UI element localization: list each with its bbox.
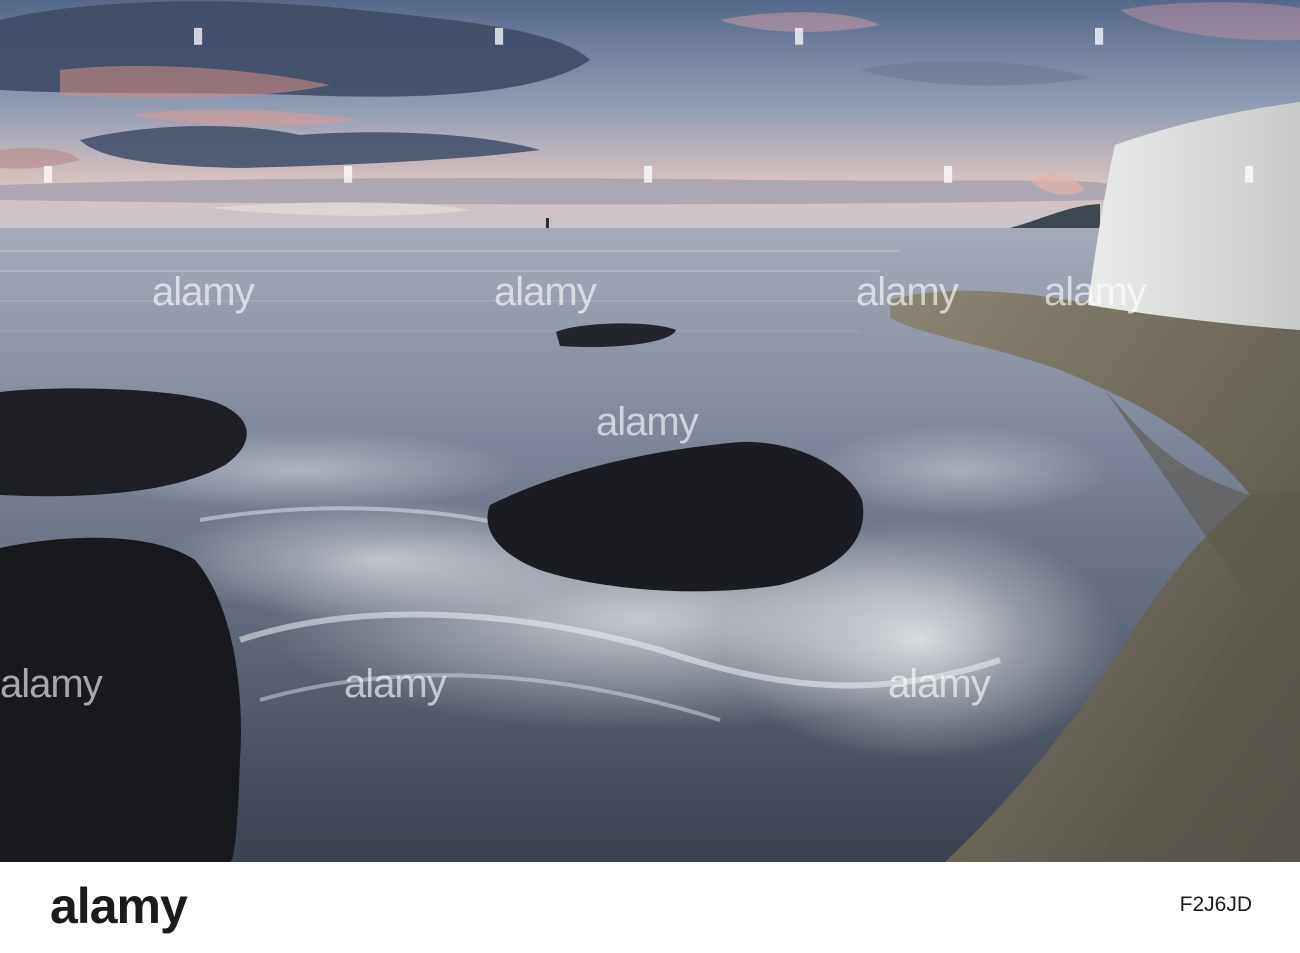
watermark-plus-icon: ▮	[1243, 160, 1256, 185]
image-id: F2J6JD	[1179, 893, 1252, 916]
watermark-plus-icon: ▮	[42, 160, 55, 185]
watermark-text: alamy	[888, 662, 991, 706]
watermark-plus-icon: ▮	[942, 160, 955, 185]
watermark-text: alamy	[0, 662, 103, 706]
watermark-plus-icon: ▮	[793, 22, 806, 47]
distant-beacon	[546, 218, 549, 228]
watermark-plus-icon: ▮	[1093, 22, 1106, 47]
watermark-text: alamy	[596, 400, 699, 444]
watermark-text: alamy	[856, 270, 959, 314]
watermark-text: alamy	[494, 270, 597, 314]
watermark-text: alamy	[344, 662, 447, 706]
watermark-plus-icon: ▮	[642, 160, 655, 185]
watermark-plus-icon: ▮	[493, 22, 506, 47]
watermark-text: alamy	[152, 270, 255, 314]
watermark-plus-icon: ▮	[192, 22, 205, 47]
watermark-plus-icon: ▮	[342, 160, 355, 185]
watermark-text: alamy	[1044, 270, 1147, 314]
alamy-logo: alamy	[50, 878, 188, 934]
footer-bar	[0, 862, 1300, 953]
